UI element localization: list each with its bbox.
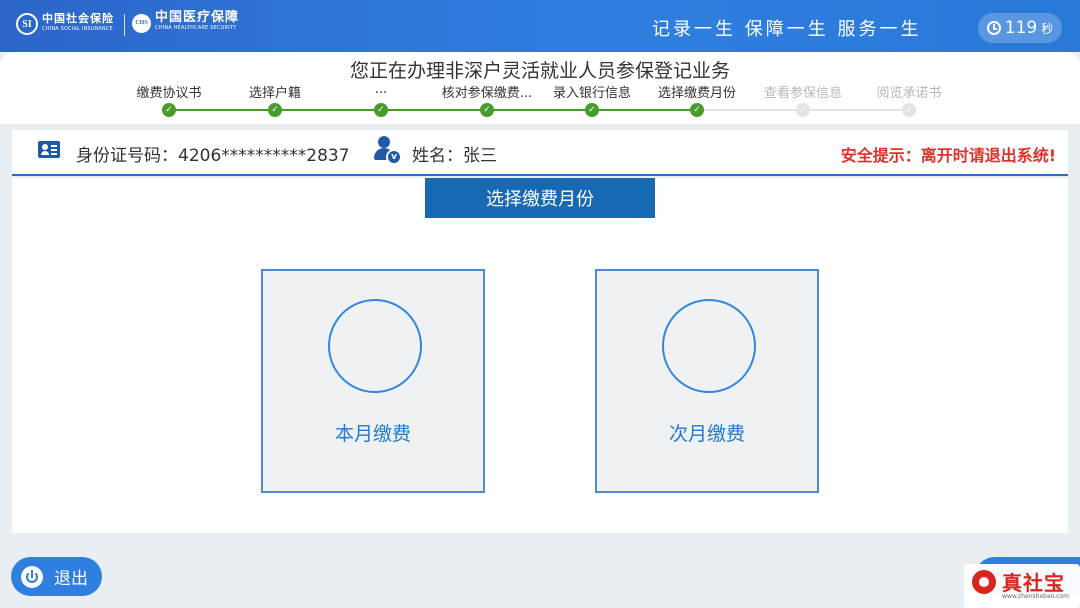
healthcare-security-logo-cn: 中国医疗保障 [155,10,240,25]
step-check-icon: ✓ [585,103,599,117]
exit-button-label: 退出 [54,569,88,589]
exit-button[interactable]: 退出 [11,557,102,596]
step-connector [697,109,803,111]
step-check-icon: ✓ [268,103,282,117]
watermark-name: 真社宝 [1002,571,1065,595]
step-label: 录入银行信息 [552,86,632,101]
step-check-icon: ✓ [690,103,704,117]
logo-divider [124,14,125,36]
option-label: 次月缴费 [668,423,745,445]
id-card-icon [38,141,60,158]
step-label: 核对参保缴费... [441,86,533,101]
section-title: 选择缴费月份 [425,178,655,218]
option-circle-icon [328,299,422,393]
content-area [12,178,1068,533]
social-insurance-logo-en: CHINA SOCIAL INSURANCE [42,26,113,32]
top-header: SI 中国社会保险 CHINA SOCIAL INSURANCE CHS 中国医… [0,0,1080,52]
step-label: 查看参保信息 [763,86,843,101]
social-insurance-logo-icon: SI [16,13,38,35]
step-label: 选择户籍 [248,86,302,101]
session-timer: 119 秒 [978,13,1062,43]
header-slogan: 记录一生 保障一生 服务一生 [652,19,922,40]
step-check-icon: ✓ [480,103,494,117]
healthcare-security-logo-en: CHINA HEALTHCARE SECURITY [155,25,237,31]
social-insurance-logo-cn: 中国社会保险 [42,12,114,25]
step-connector [592,109,697,111]
option-current-month[interactable]: 本月缴费 [261,269,485,493]
step-check-icon: ✓ [374,103,388,117]
alarm-clock-icon [986,21,1001,35]
step-connector [169,109,275,111]
step-connector [803,109,909,111]
healthcare-security-logo: CHS 中国医疗保障 CHINA HEALTHCARE SECURITY [132,10,240,33]
user-name: 姓名：张三 [412,146,497,166]
step-connector [381,109,487,111]
step-label: 阅览承诺书 [876,86,942,101]
step-connector [487,109,592,111]
watermark-url: www.zhenshebao.com [1002,593,1069,600]
option-circle-icon [662,299,756,393]
timer-unit: 秒 [1041,21,1054,36]
social-insurance-logo: SI 中国社会保险 CHINA SOCIAL INSURANCE [16,13,114,35]
watermark: 真社宝 www.zhenshebao.com [964,564,1080,608]
user-info-bar: 身份证号码：4206**********2837 v 姓名：张三 安全提示：离开… [12,130,1068,176]
step-pending-icon: ✓ [902,103,916,117]
option-label: 本月缴费 [334,423,411,445]
step-label: ... [374,82,388,97]
step-label: 缴费协议书 [136,86,202,101]
verified-user-icon: v [374,136,404,166]
power-icon [21,565,43,588]
step-connector [275,109,381,111]
step-label: 选择缴费月份 [657,86,737,101]
healthcare-security-logo-icon: CHS [132,13,151,33]
watermark-emblem-icon [972,570,996,594]
step-pending-icon: ✓ [796,103,810,117]
option-next-month[interactable]: 次月缴费 [595,269,819,493]
timer-value: 119 [1004,18,1038,38]
safety-tip: 安全提示：离开时请退出系统! [840,146,1056,165]
page-title: 您正在办理非深户灵活就业人员参保登记业务 [349,60,730,82]
step-check-icon: ✓ [162,103,176,117]
id-number: 身份证号码：4206**********2837 [76,146,350,166]
